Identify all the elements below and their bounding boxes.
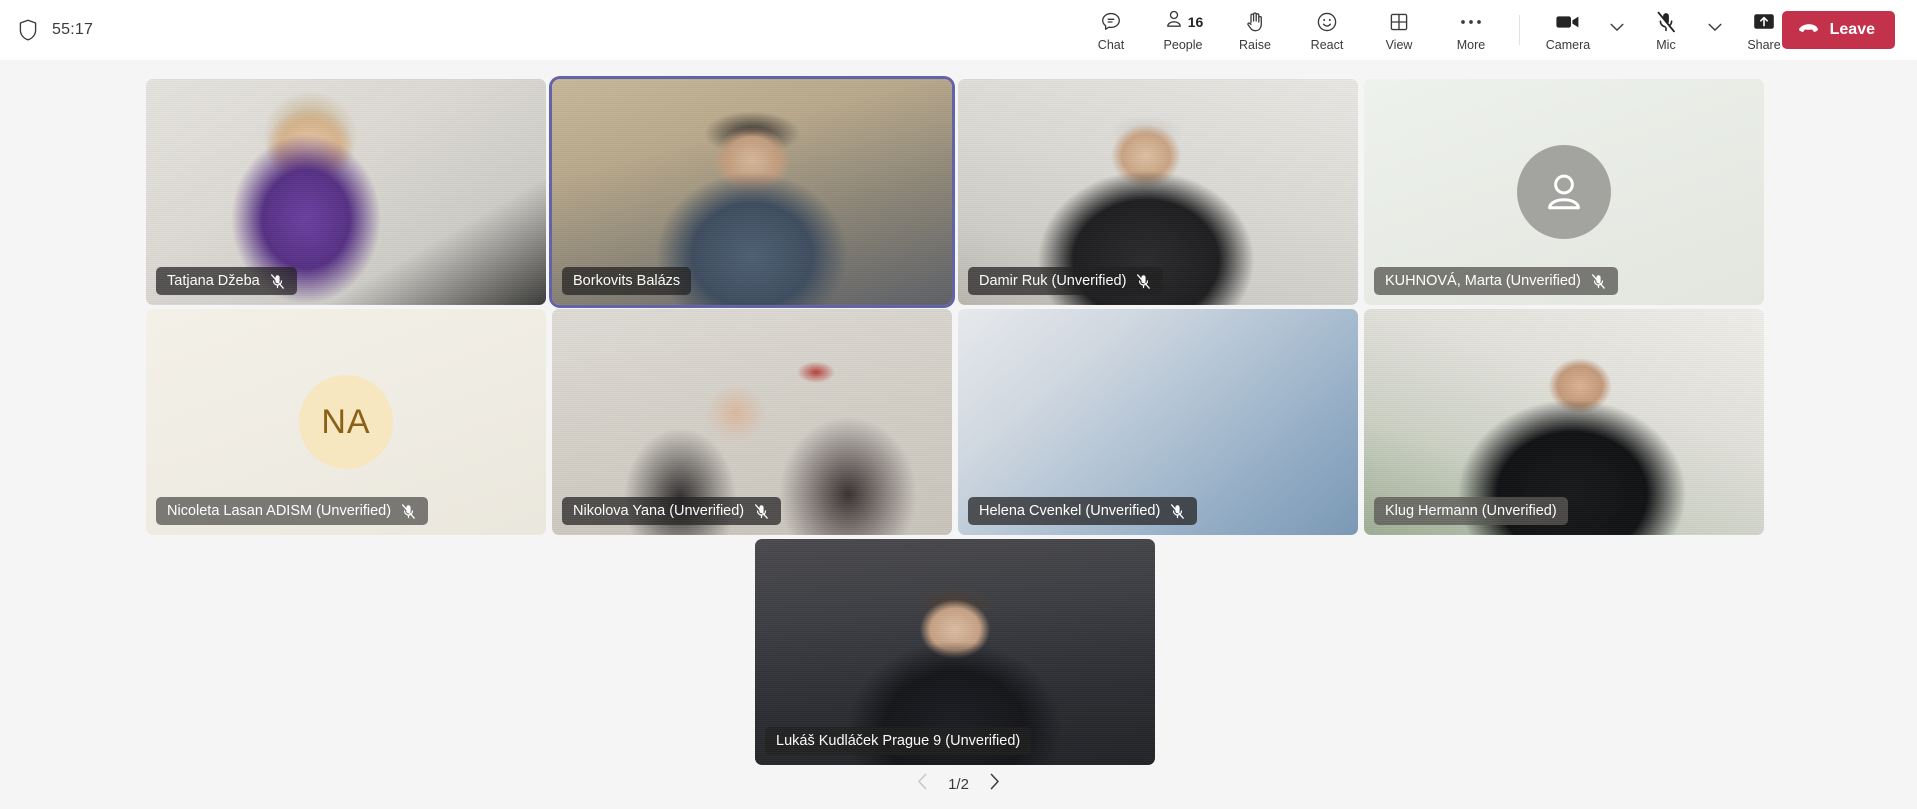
chat-icon [1099, 9, 1123, 35]
camera-button[interactable]: Camera [1532, 2, 1604, 58]
participant-name: Lukáš Kudláček Prague 9 (Unverified) [776, 733, 1021, 749]
participant-name: Klug Hermann (Unverified) [1385, 503, 1557, 519]
participant-tile[interactable]: Nikolova Yana (Unverified) [552, 309, 952, 535]
participant-tile[interactable]: NA Nicoleta Lasan ADISM (Unverified) [146, 309, 546, 535]
mic-muted-icon [1169, 503, 1186, 520]
mic-button[interactable]: Mic [1630, 2, 1702, 58]
participant-name-badge: Nicoleta Lasan ADISM (Unverified) [156, 497, 429, 525]
more-ellipsis-icon [1459, 9, 1483, 35]
toolbar-center-group: Chat 16 People Raise React View More Cam… [1075, 0, 1800, 60]
view-button[interactable]: View [1363, 2, 1435, 58]
view-label: View [1385, 37, 1413, 52]
chat-button[interactable]: Chat [1075, 2, 1147, 58]
pagination-page-indicator: 1/2 [948, 775, 969, 793]
react-label: React [1310, 37, 1344, 52]
participant-name-badge: Nikolova Yana (Unverified) [562, 497, 782, 525]
participant-name: Helena Cvenkel (Unverified) [979, 503, 1161, 519]
react-button[interactable]: React [1291, 2, 1363, 58]
participant-name-badge: Tatjana Džeba [156, 267, 297, 295]
participant-name-badge: Klug Hermann (Unverified) [1374, 497, 1568, 525]
person-silhouette-icon [1517, 145, 1611, 239]
more-label: More [1456, 37, 1486, 52]
mic-muted-icon [1590, 273, 1607, 290]
chevron-down-icon [1610, 19, 1624, 37]
raise-hand-button[interactable]: Raise [1219, 2, 1291, 58]
hangup-phone-icon [1798, 21, 1820, 39]
participant-name: Nicoleta Lasan ADISM (Unverified) [167, 503, 392, 519]
react-smiley-icon [1315, 9, 1339, 35]
people-count: 16 [1187, 13, 1204, 30]
camera-label: Camera [1545, 37, 1591, 52]
chevron-left-icon [917, 773, 928, 795]
participant-name: Damir Ruk (Unverified) [979, 273, 1127, 289]
mic-muted-icon [1135, 273, 1152, 290]
mic-muted-icon [269, 273, 286, 290]
more-button[interactable]: More [1435, 2, 1507, 58]
mic-muted-icon [400, 503, 417, 520]
participant-tile-active-speaker[interactable]: Borkovits Balázs [552, 79, 952, 305]
meeting-timer: 55:17 [52, 21, 94, 38]
participant-tile[interactable]: Lukáš Kudláček Prague 9 (Unverified) [755, 539, 1155, 765]
raise-hand-icon [1244, 9, 1267, 35]
participant-tile[interactable]: Damir Ruk (Unverified) [958, 79, 1358, 305]
mic-muted-icon [1655, 9, 1677, 35]
participant-tile[interactable]: Helena Cvenkel (Unverified) [958, 309, 1358, 535]
chevron-right-icon [989, 773, 1000, 795]
mic-group: Mic [1630, 2, 1728, 58]
leave-label: Leave [1829, 21, 1875, 38]
camera-group: Camera [1532, 2, 1630, 58]
participant-name-badge: Damir Ruk (Unverified) [968, 267, 1164, 295]
pagination-prev-button[interactable] [910, 772, 934, 796]
toolbar-left-group: 55:17 [0, 19, 300, 41]
mic-muted-icon [753, 503, 770, 520]
participant-name: Tatjana Džeba [167, 273, 260, 289]
participant-name: Nikolova Yana (Unverified) [573, 503, 745, 519]
participant-tile[interactable]: KUHNOVÁ, Marta (Unverified) [1364, 79, 1764, 305]
people-icon [1163, 8, 1185, 35]
meeting-toolbar: 55:17 Chat 16 People Raise React View Mo… [0, 0, 1917, 60]
camera-options-chevron[interactable] [1604, 5, 1630, 55]
avatar-initials: NA [299, 375, 393, 469]
participant-tile[interactable]: Tatjana Džeba [146, 79, 546, 305]
video-stage: Tatjana Džeba Borkovits Balázs Damir Ruk… [0, 60, 1917, 809]
shield-icon [18, 19, 38, 41]
participant-name: KUHNOVÁ, Marta (Unverified) [1385, 273, 1581, 289]
mic-label: Mic [1656, 37, 1676, 52]
mic-options-chevron[interactable] [1702, 5, 1728, 55]
chat-label: Chat [1097, 37, 1125, 52]
pagination-next-button[interactable] [983, 772, 1007, 796]
participant-name: Borkovits Balázs [573, 273, 681, 289]
pagination: 1/2 [0, 767, 1917, 801]
participant-tile[interactable]: Klug Hermann (Unverified) [1364, 309, 1764, 535]
share-label: Share [1747, 37, 1781, 52]
raise-label: Raise [1239, 37, 1271, 52]
leave-button[interactable]: Leave [1781, 11, 1895, 49]
view-grid-icon [1388, 9, 1410, 35]
toolbar-divider [1519, 15, 1520, 45]
share-screen-icon [1752, 9, 1776, 35]
participant-name-badge: KUHNOVÁ, Marta (Unverified) [1374, 267, 1618, 295]
camera-icon [1555, 9, 1581, 35]
people-label: People [1163, 37, 1203, 52]
people-button[interactable]: 16 People [1147, 2, 1219, 58]
participant-name-badge: Borkovits Balázs [562, 267, 692, 295]
participant-name-badge: Lukáš Kudláček Prague 9 (Unverified) [765, 727, 1032, 755]
participant-name-badge: Helena Cvenkel (Unverified) [968, 497, 1198, 525]
chevron-down-icon [1708, 19, 1722, 37]
